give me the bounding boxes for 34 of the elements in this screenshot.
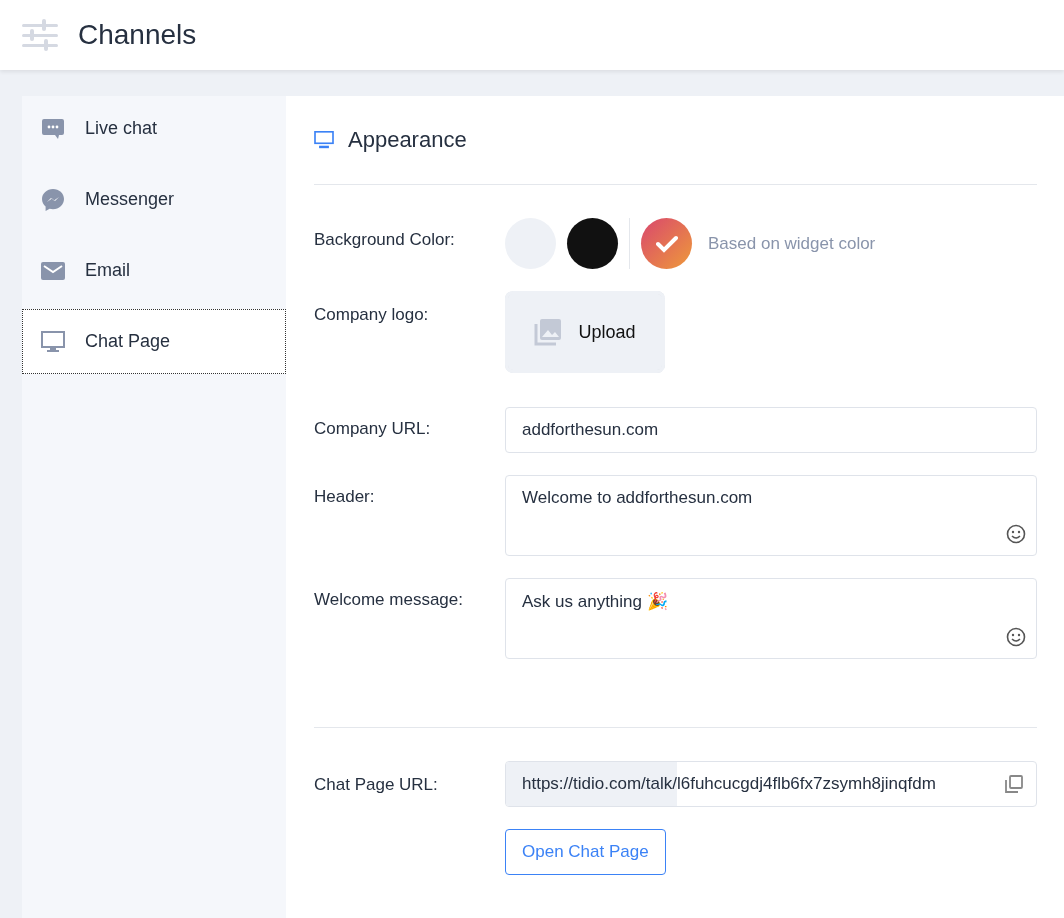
page-title: Channels <box>78 19 197 51</box>
sliders-icon <box>22 19 58 51</box>
text-area[interactable]: Welcome to addforthesun.com <box>505 475 1037 556</box>
url-field[interactable]: https://tidio.com/talk/l6fuhcucgdj4flb6fx7zsymh8jinqfdm <box>505 761 1037 807</box>
swatch-label: Based on widget color <box>708 233 876 254</box>
section-title: Appearance <box>348 127 467 153</box>
sidebar-item[interactable]: Email <box>22 238 286 303</box>
gradient-swatch[interactable] <box>641 218 692 269</box>
monitor-icon <box>41 330 65 353</box>
sidebar-item[interactable]: Live chat <box>22 96 286 161</box>
copy-icon[interactable] <box>1004 774 1024 794</box>
messenger-icon <box>41 187 65 212</box>
sidebar-item[interactable]: Messenger <box>22 167 286 232</box>
color-swatch[interactable] <box>567 218 618 269</box>
field-label: Chat Page URL: <box>314 775 439 796</box>
open-chat-page-button[interactable]: Open Chat Page <box>505 829 666 875</box>
url-value: l6fuhcucgdj4flb6fx7zsymh8jinqfdm <box>676 774 937 794</box>
text-area[interactable]: Ask us anything 🎉 <box>505 578 1037 659</box>
checkmark-icon <box>655 234 678 253</box>
field-label: Welcome message: <box>314 590 464 611</box>
field-label: Company logo: <box>314 305 430 326</box>
chat-bubble-icon <box>41 117 65 140</box>
envelope-icon <box>41 260 65 281</box>
sidebar-item[interactable]: Chat Page <box>22 309 286 374</box>
input-field[interactable]: addforthesun.com <box>505 407 1037 453</box>
image-icon <box>534 318 563 346</box>
upload-button[interactable]: Upload <box>505 291 665 373</box>
monitor-icon <box>314 131 334 149</box>
field-label: Company URL: <box>314 419 432 440</box>
smiley-icon[interactable] <box>1006 524 1026 544</box>
smiley-icon[interactable] <box>1006 627 1026 647</box>
field-label: Header: <box>314 487 376 508</box>
url-prefix: https://tidio.com/talk/ <box>506 762 677 806</box>
field-label: Background Color: <box>314 229 456 250</box>
